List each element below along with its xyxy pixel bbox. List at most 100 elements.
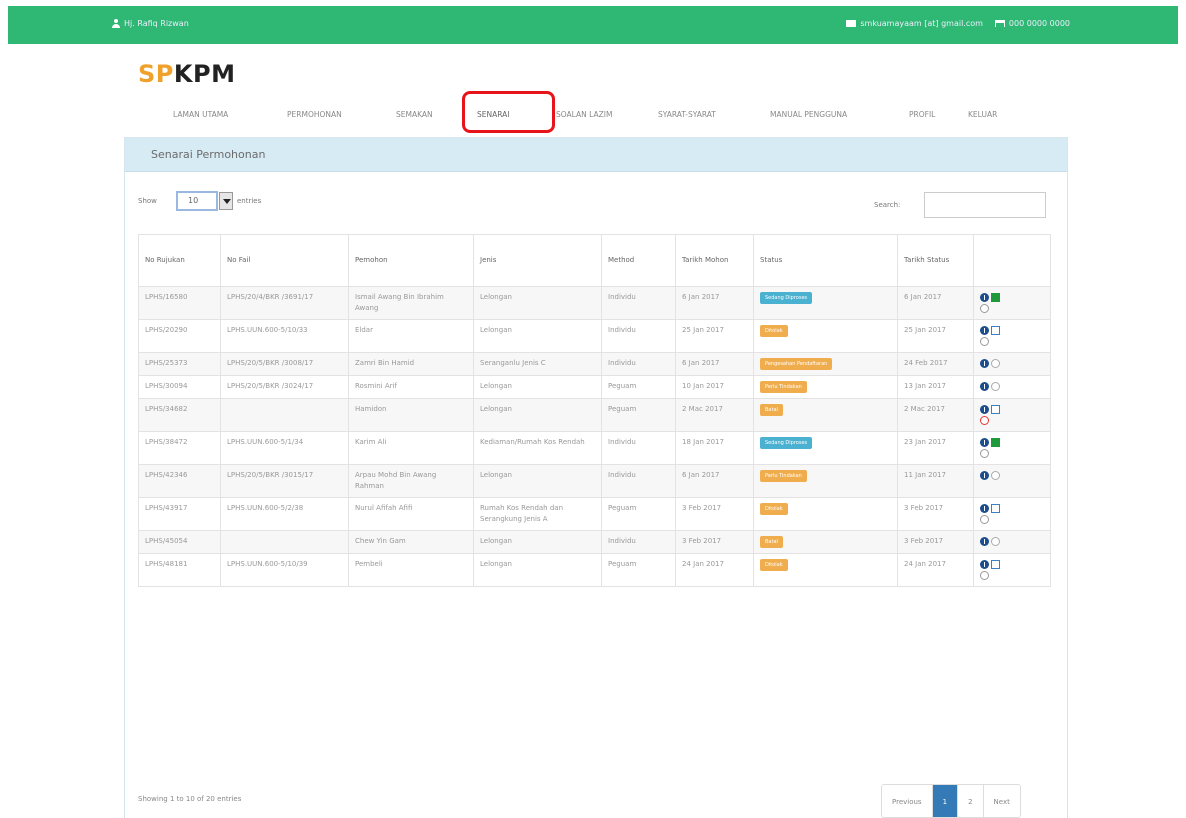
nav-keluar[interactable]: KELUAR (968, 102, 997, 128)
cell-actions (973, 398, 1051, 432)
select-arrow-icon[interactable] (219, 192, 233, 210)
cell-fail: LPHS.UUN.600-5/10/33 (220, 319, 349, 353)
cell-tarikh-status: 24 Jan 2017 (897, 553, 974, 587)
cell-tarikh-status: 23 Jan 2017 (897, 431, 974, 465)
info-icon[interactable] (980, 292, 989, 302)
document-icon[interactable] (991, 404, 1000, 414)
check-icon[interactable] (980, 570, 989, 580)
nav-soalan-lazim[interactable]: SOALAN LAZIM (556, 102, 612, 128)
info-icon[interactable] (980, 325, 989, 335)
col-method[interactable]: Method (601, 234, 676, 287)
document-icon[interactable] (991, 559, 1000, 569)
page-next[interactable]: Next (983, 785, 1020, 817)
cell-method: Individu (601, 530, 676, 554)
edit-icon[interactable] (991, 437, 1000, 447)
view-icon[interactable] (991, 470, 1000, 480)
cell-fail: LPHS/20/5/BKR /3024/17 (220, 375, 349, 399)
cell-pemohon: Zamri Bin Hamid (348, 352, 474, 376)
table-row: LPHS/43917 LPHS.UUN.600-5/2/38 Nurul Afifa… (138, 497, 1051, 531)
entries-select[interactable]: 10 (176, 191, 218, 211)
table-row: LPHS/25373 LPHS/20/5/BKR /3008/17 Zamri Bi… (138, 352, 1051, 376)
table-row: LPHS/48181 LPHS.UUN.600-5/10/39 Pembeli Lel… (138, 553, 1051, 587)
table-row: LPHS/45054 Chew Yin Gam Lelongan Individu 3 … (138, 530, 1051, 554)
cell-ref: LPHS/43917 (138, 497, 221, 531)
cell-ref: LPHS/42346 (138, 464, 221, 498)
col-tarikh-status[interactable]: Tarikh Status (897, 234, 974, 287)
status-badge: Sedang Diproses (760, 292, 813, 304)
info-icon[interactable] (980, 358, 989, 368)
table-row: LPHS/42346 LPHS/20/5/BKR /3015/17 Arpau Mo… (138, 464, 1051, 498)
cell-method: Peguam (601, 375, 676, 399)
check-icon[interactable] (980, 514, 989, 524)
col-no-fail[interactable]: No Fail (220, 234, 349, 287)
status-badge: Perlu Tindakan (760, 470, 807, 482)
page-2[interactable]: 2 (958, 785, 984, 817)
view-icon[interactable] (991, 381, 1000, 391)
col-jenis[interactable]: Jenis (473, 234, 602, 287)
cell-jenis: Lelongan (473, 553, 602, 587)
info-icon[interactable] (980, 503, 989, 513)
phone-contact: 000 0000 0000 (994, 19, 1070, 28)
cell-fail: LPHS.UUN.600-5/10/39 (220, 553, 349, 587)
cell-status: Sedang Diproses (753, 431, 898, 465)
document-icon[interactable] (991, 503, 1000, 513)
info-icon[interactable] (980, 404, 989, 414)
cell-jenis: Lelongan (473, 319, 602, 353)
check-icon[interactable] (980, 448, 989, 458)
document-icon[interactable] (991, 325, 1000, 335)
status-badge: Ditolak (760, 325, 788, 337)
email-text: smkuamayaam [at] gmail.com (860, 19, 983, 28)
col-actions (973, 234, 1051, 287)
cancel-icon[interactable] (980, 415, 989, 425)
cell-tarikh-status: 3 Feb 2017 (897, 530, 974, 554)
col-pemohon[interactable]: Pemohon (348, 234, 474, 287)
cell-tarikh: 18 Jan 2017 (675, 431, 754, 465)
cell-pemohon: Rosmini Arif (348, 375, 474, 399)
nav-profil[interactable]: PROFIL (909, 102, 935, 128)
col-no-rujukan[interactable]: No Rujukan (138, 234, 221, 287)
top-bar: Hj. Rafiq Rizwan smkuamayaam [at] gmail.… (8, 6, 1178, 44)
col-tarikh-mohon[interactable]: Tarikh Mohon (675, 234, 754, 287)
search-input[interactable] (924, 192, 1046, 218)
site-logo[interactable]: SPKPM (138, 60, 235, 88)
check-icon[interactable] (980, 336, 989, 346)
cell-tarikh-status: 13 Jan 2017 (897, 375, 974, 399)
col-status[interactable]: Status (753, 234, 898, 287)
info-icon[interactable] (980, 559, 989, 569)
check-icon[interactable] (980, 303, 989, 313)
contact-info: smkuamayaam [at] gmail.com 000 0000 0000 (846, 19, 1070, 28)
page-1[interactable]: 1 (932, 785, 959, 817)
nav-laman-utama[interactable]: LAMAN UTAMA (173, 102, 228, 128)
cell-jenis: Lelongan (473, 375, 602, 399)
nav-manual[interactable]: MANUAL PENGGUNA (770, 102, 847, 128)
status-badge: Batal (760, 536, 783, 548)
table-row: LPHS/34682 Hamidon Lelongan Peguam 2 Mac 201… (138, 398, 1051, 432)
cell-pemohon: Hamidon (348, 398, 474, 432)
nav-permohonan[interactable]: PERMOHONAN (287, 102, 342, 128)
cell-ref: LPHS/38472 (138, 431, 221, 465)
cell-tarikh: 2 Mac 2017 (675, 398, 754, 432)
view-icon[interactable] (991, 358, 1000, 368)
panel-title: Senarai Permohonan (125, 138, 1067, 172)
cell-jenis: Rumah Kos Rendah dan Serangkung Jenis A (473, 497, 602, 531)
cell-method: Individu (601, 286, 676, 320)
edit-icon[interactable] (991, 292, 1000, 302)
info-icon[interactable] (980, 536, 989, 546)
nav-syarat[interactable]: SYARAT-SYARAT (658, 102, 716, 128)
cell-status: Batal (753, 530, 898, 554)
cell-actions (973, 553, 1051, 587)
cell-actions (973, 375, 1051, 399)
user-info[interactable]: Hj. Rafiq Rizwan (112, 19, 189, 28)
nav-semakan[interactable]: SEMAKAN (396, 102, 433, 128)
cell-pemohon: Karim Ali (348, 431, 474, 465)
info-icon[interactable] (980, 381, 989, 391)
cell-pemohon: Pembeli (348, 553, 474, 587)
page-previous[interactable]: Previous (882, 785, 933, 817)
cell-actions (973, 431, 1051, 465)
status-badge: Pengesahan Pendaftaran (760, 358, 833, 370)
cell-ref: LPHS/48181 (138, 553, 221, 587)
view-icon[interactable] (991, 536, 1000, 546)
info-icon[interactable] (980, 437, 989, 447)
info-icon[interactable] (980, 470, 989, 480)
phone-text: 000 0000 0000 (1008, 19, 1070, 28)
